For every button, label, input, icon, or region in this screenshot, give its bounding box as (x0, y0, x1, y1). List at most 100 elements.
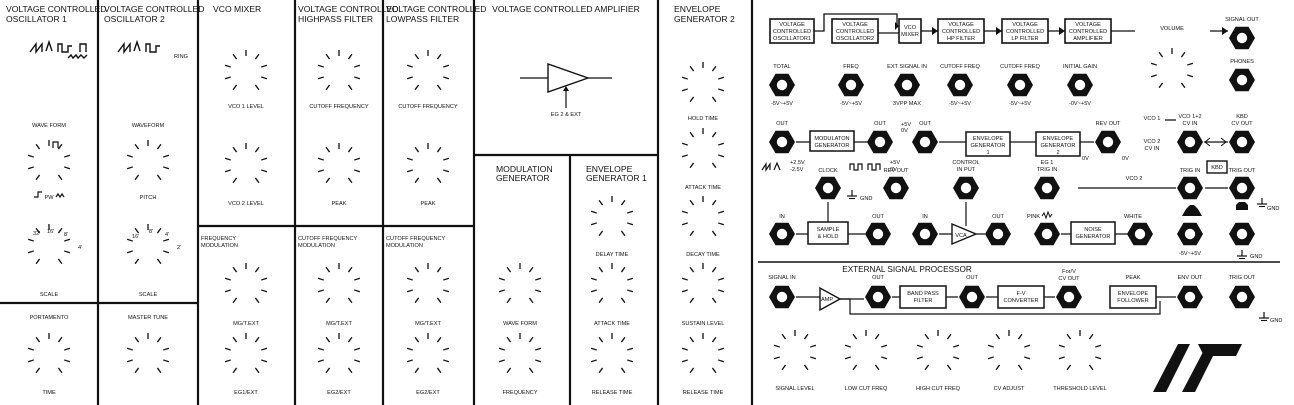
master-tune-section: MASTER TUNE (126, 315, 170, 374)
vco2-waveform-icons (117, 39, 160, 55)
vco2-scale-knob[interactable] (126, 223, 170, 265)
white-noise-jack[interactable] (1127, 222, 1153, 246)
patch-panel: VOLTAGE CONTROLLED OSCILLATOR1 VOLTAGE C… (758, 13, 1280, 263)
hpmod-eg-knob[interactable] (317, 332, 361, 374)
freq-label: FREQ (843, 64, 859, 70)
mg-v5b: 0V (901, 128, 908, 134)
portamento-title: PORTAMENTO (30, 315, 69, 321)
vca-title: VOLTAGE CONTROLLED AMPLIFIER (492, 4, 640, 14)
lpmod-eg-knob[interactable] (406, 332, 450, 374)
hpf-cutoff-knob[interactable] (317, 49, 361, 91)
vca-eg-label: EG 2 & EXT (551, 112, 582, 118)
volume-knob[interactable] (1150, 47, 1194, 89)
eg2-attack-knob[interactable] (681, 127, 725, 169)
esp-gnd-label: GND (1270, 318, 1282, 324)
initial-gain-jack[interactable] (1067, 73, 1093, 97)
pw-wave-icon (55, 192, 65, 199)
pink-noise-label: PINK (1027, 214, 1040, 220)
pitch-bend-jack[interactable] (1177, 222, 1203, 246)
lpf-title-2: LOWPASS FILTER (386, 14, 459, 24)
eg1-release-label: RELEASE TIME (592, 390, 633, 396)
eg1-release-knob[interactable] (590, 332, 634, 374)
threshold-knob[interactable] (1058, 329, 1102, 371)
hpf-peak-knob[interactable] (317, 142, 361, 184)
trig-out-label: TRIG OUT (1229, 168, 1256, 174)
zero-v-label: 0V (1082, 156, 1089, 162)
vco2-level-knob[interactable] (224, 142, 268, 184)
lpmod-mg-knob[interactable] (406, 262, 450, 304)
vco1-cv-label: VCO 1 (1144, 116, 1161, 122)
fm-mg-knob[interactable] (224, 262, 268, 304)
signal-level-knob[interactable] (773, 329, 817, 371)
lpf-peak-knob[interactable] (406, 142, 450, 184)
control-input-jack[interactable] (953, 176, 979, 200)
chain-lpf-l3: LP FILTER (1011, 36, 1038, 42)
fv-cv-out-jack[interactable] (1056, 285, 1082, 309)
sh-in-jack[interactable] (769, 222, 795, 246)
lpf-cutoff-knob[interactable] (406, 49, 450, 91)
esp-trig-out-jack[interactable] (1229, 285, 1255, 309)
lpf-cutoff-jack[interactable] (1007, 73, 1033, 97)
lpf-cutoff-jack-label: CUTOFF FREQ (1000, 64, 1040, 70)
freq-jack[interactable] (838, 73, 864, 97)
portamento-time-knob[interactable] (27, 332, 71, 374)
clock-jack[interactable] (815, 176, 841, 200)
fm-title-1: FREQUENCY (201, 236, 236, 242)
hpmod-mg-label: MG/T.EXT (326, 321, 352, 327)
vco2-pitch-knob[interactable] (126, 139, 170, 181)
master-tune-knob[interactable] (126, 332, 170, 374)
pink-noise-jack[interactable] (1034, 222, 1060, 246)
eg2-decay-knob[interactable] (681, 195, 725, 237)
eg2-release-knob[interactable] (681, 332, 725, 374)
kbd-cv-out-jack[interactable] (1229, 130, 1255, 154)
mg-out-jack[interactable] (769, 130, 795, 154)
env-out-jack[interactable] (1177, 285, 1203, 309)
rev-out-jack[interactable] (883, 176, 909, 200)
eg2-hold-knob[interactable] (681, 61, 725, 103)
hpf-cutoff-label: CUTOFF FREQUENCY (309, 104, 369, 110)
peak-label: PEAK (1126, 275, 1141, 281)
eg2-patch-l2: GENERATOR (1041, 143, 1076, 149)
eg1-delay-knob[interactable] (590, 195, 634, 237)
cv-adjust-knob[interactable] (987, 329, 1031, 371)
esp-out2-jack[interactable] (959, 285, 985, 309)
eg2-sustain-knob[interactable] (681, 262, 725, 304)
vca-out-jack[interactable] (985, 222, 1011, 246)
trig-out-jack[interactable] (1229, 176, 1255, 200)
vca-in-jack[interactable] (912, 222, 938, 246)
eg1-trig-in-jack[interactable] (1034, 176, 1060, 200)
signal-out-jack[interactable] (1229, 26, 1255, 50)
high-cut-knob[interactable] (916, 329, 960, 371)
vco12-cv-jack[interactable] (1177, 130, 1203, 154)
ext-signal-in-jack[interactable] (894, 73, 920, 97)
hpmod-mg-knob[interactable] (317, 262, 361, 304)
chain-amp-l1: VOLTAGE (1075, 22, 1101, 28)
fv-out-l2: CV OUT (1058, 276, 1080, 282)
phones-jack[interactable] (1229, 68, 1255, 92)
low-cut-knob[interactable] (844, 329, 888, 371)
vco1-waveform-knob[interactable] (27, 139, 71, 181)
mg-out3-jack[interactable] (912, 130, 938, 154)
eg1-attack-knob[interactable] (590, 262, 634, 304)
mg-waveform-knob[interactable] (498, 262, 542, 304)
vco2-footage-16: 16' (132, 234, 139, 240)
vco-mixer-section: VCO MIXER VCO 1 LEVEL VCO 2 LEVEL (213, 4, 268, 207)
esp-signal-in-jack[interactable] (769, 285, 795, 309)
fm-eg-knob[interactable] (224, 332, 268, 374)
trig-in-jack[interactable] (1177, 176, 1203, 200)
mg-box-l2: GENERATOR (815, 143, 850, 149)
pedal-jack[interactable] (1229, 222, 1255, 246)
vco1-level-knob[interactable] (224, 49, 268, 91)
pedal-gnd-label: GND (1250, 254, 1262, 260)
mg-waveform-label: WAVE FORM (503, 321, 537, 327)
esp-out1-jack[interactable] (865, 285, 891, 309)
sh-out-jack[interactable] (865, 222, 891, 246)
hpf-cutoff-jack[interactable] (947, 73, 973, 97)
low-cut-label: LOW CUT FREQ (845, 386, 888, 392)
mg-out2-jack[interactable] (867, 130, 893, 154)
mg-frequency-knob[interactable] (498, 332, 542, 374)
vco2-footage-4: 4' (165, 232, 169, 238)
chain-lpf-l1: VOLTAGE (1012, 22, 1038, 28)
total-jack[interactable] (769, 73, 795, 97)
eg2-rev-out-jack[interactable] (1095, 130, 1121, 154)
